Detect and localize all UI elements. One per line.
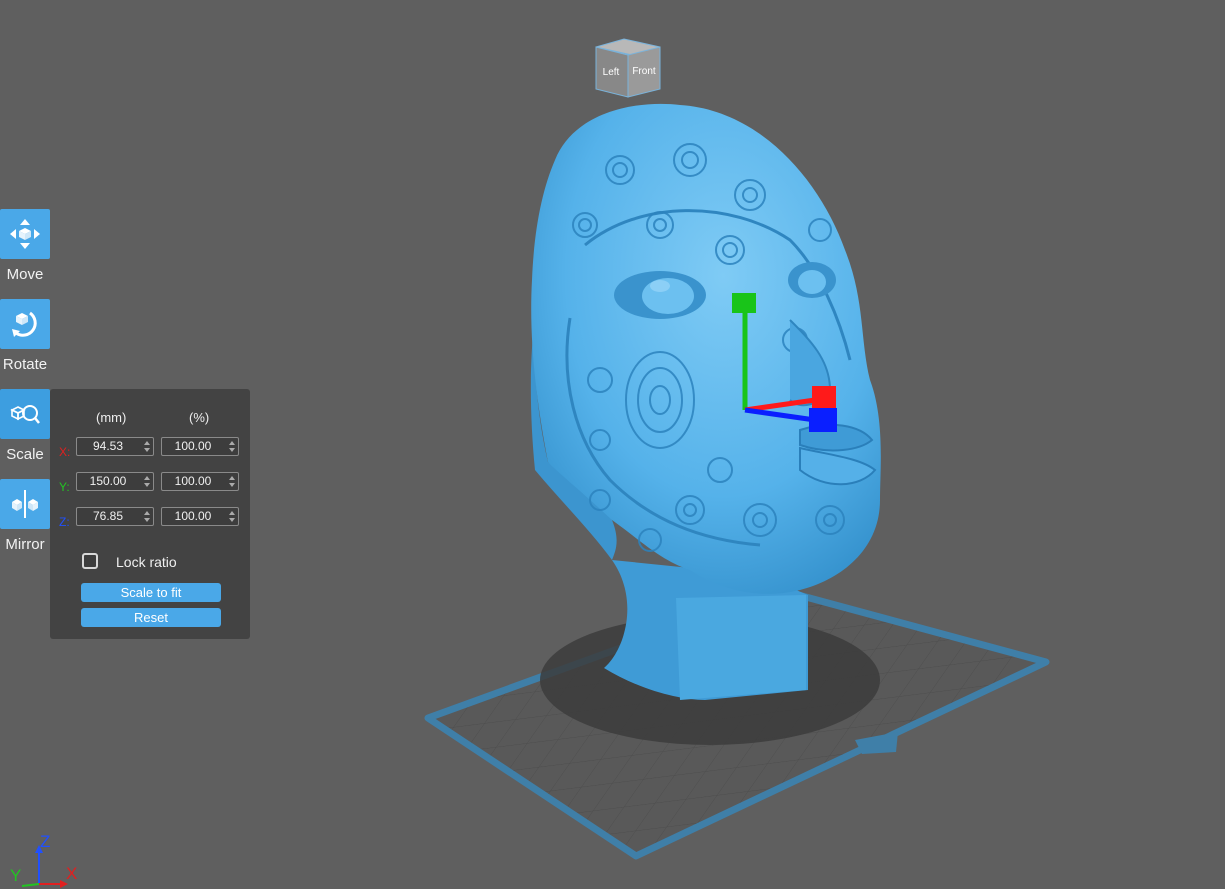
view-cube[interactable]: Left Front (594, 37, 662, 99)
x-percent-stepper-icon[interactable] (228, 440, 236, 453)
axis-y-label: Y (10, 866, 21, 885)
y-axis-label: Y: (59, 480, 70, 494)
y-percent-stepper-icon[interactable] (228, 475, 236, 488)
rotate-tool-label: Rotate (2, 356, 48, 373)
x-percent-value: 100.00 (174, 439, 212, 453)
y-mm-value: 150.00 (89, 474, 127, 488)
y-mm-stepper-icon[interactable] (143, 475, 151, 488)
lock-ratio-label: Lock ratio (116, 554, 177, 570)
x-mm-input[interactable]: 94.53 (76, 437, 154, 456)
view-cube-front-face[interactable]: Front (632, 66, 656, 77)
x-mm-stepper-icon[interactable] (143, 440, 151, 453)
scale-tool-button[interactable] (0, 389, 50, 439)
y-percent-input[interactable]: 100.00 (161, 472, 239, 491)
x-mm-value: 94.53 (92, 439, 124, 453)
y-percent-value: 100.00 (174, 474, 212, 488)
reset-button[interactable]: Reset (81, 608, 221, 627)
x-axis-label: X: (59, 445, 71, 459)
z-mm-stepper-icon[interactable] (143, 510, 151, 523)
mirror-tool-label: Mirror (5, 536, 45, 553)
rotate-tool-button[interactable] (0, 299, 50, 349)
y-mm-input[interactable]: 150.00 (76, 472, 154, 491)
z-axis-label: Z: (59, 515, 70, 529)
percent-column-header: (%) (189, 410, 210, 425)
scale-tool-label: Scale (6, 446, 44, 463)
x-percent-input[interactable]: 100.00 (161, 437, 239, 456)
mm-column-header: (mm) (96, 410, 127, 425)
move-tool-label: Move (6, 266, 44, 283)
gizmo-x-handle[interactable] (812, 386, 836, 408)
axis-z-label: Z (40, 832, 50, 851)
axis-triad: Z X Y (10, 832, 77, 888)
rotate-icon (12, 311, 37, 337)
z-mm-input[interactable]: 76.85 (76, 507, 154, 526)
scale-panel: (mm) (%) X: 94.53 100.00 Y: 150.00 100.0… (50, 389, 250, 639)
lock-ratio-checkbox[interactable] (82, 553, 98, 569)
mirror-tool-button[interactable] (0, 479, 50, 529)
scale-icon (10, 405, 40, 424)
view-cube-left-face[interactable]: Left (603, 67, 620, 78)
gizmo-y-handle[interactable] (732, 293, 756, 313)
gizmo-z-handle[interactable] (809, 408, 837, 432)
move-icon (10, 219, 40, 249)
move-tool-button[interactable] (0, 209, 50, 259)
z-percent-stepper-icon[interactable] (228, 510, 236, 523)
z-percent-value: 100.00 (174, 509, 212, 523)
scale-to-fit-button[interactable]: Scale to fit (81, 583, 221, 602)
z-mm-value: 76.85 (92, 509, 124, 523)
axis-x-label: X (66, 864, 77, 883)
mirror-icon (12, 490, 38, 518)
z-percent-input[interactable]: 100.00 (161, 507, 239, 526)
